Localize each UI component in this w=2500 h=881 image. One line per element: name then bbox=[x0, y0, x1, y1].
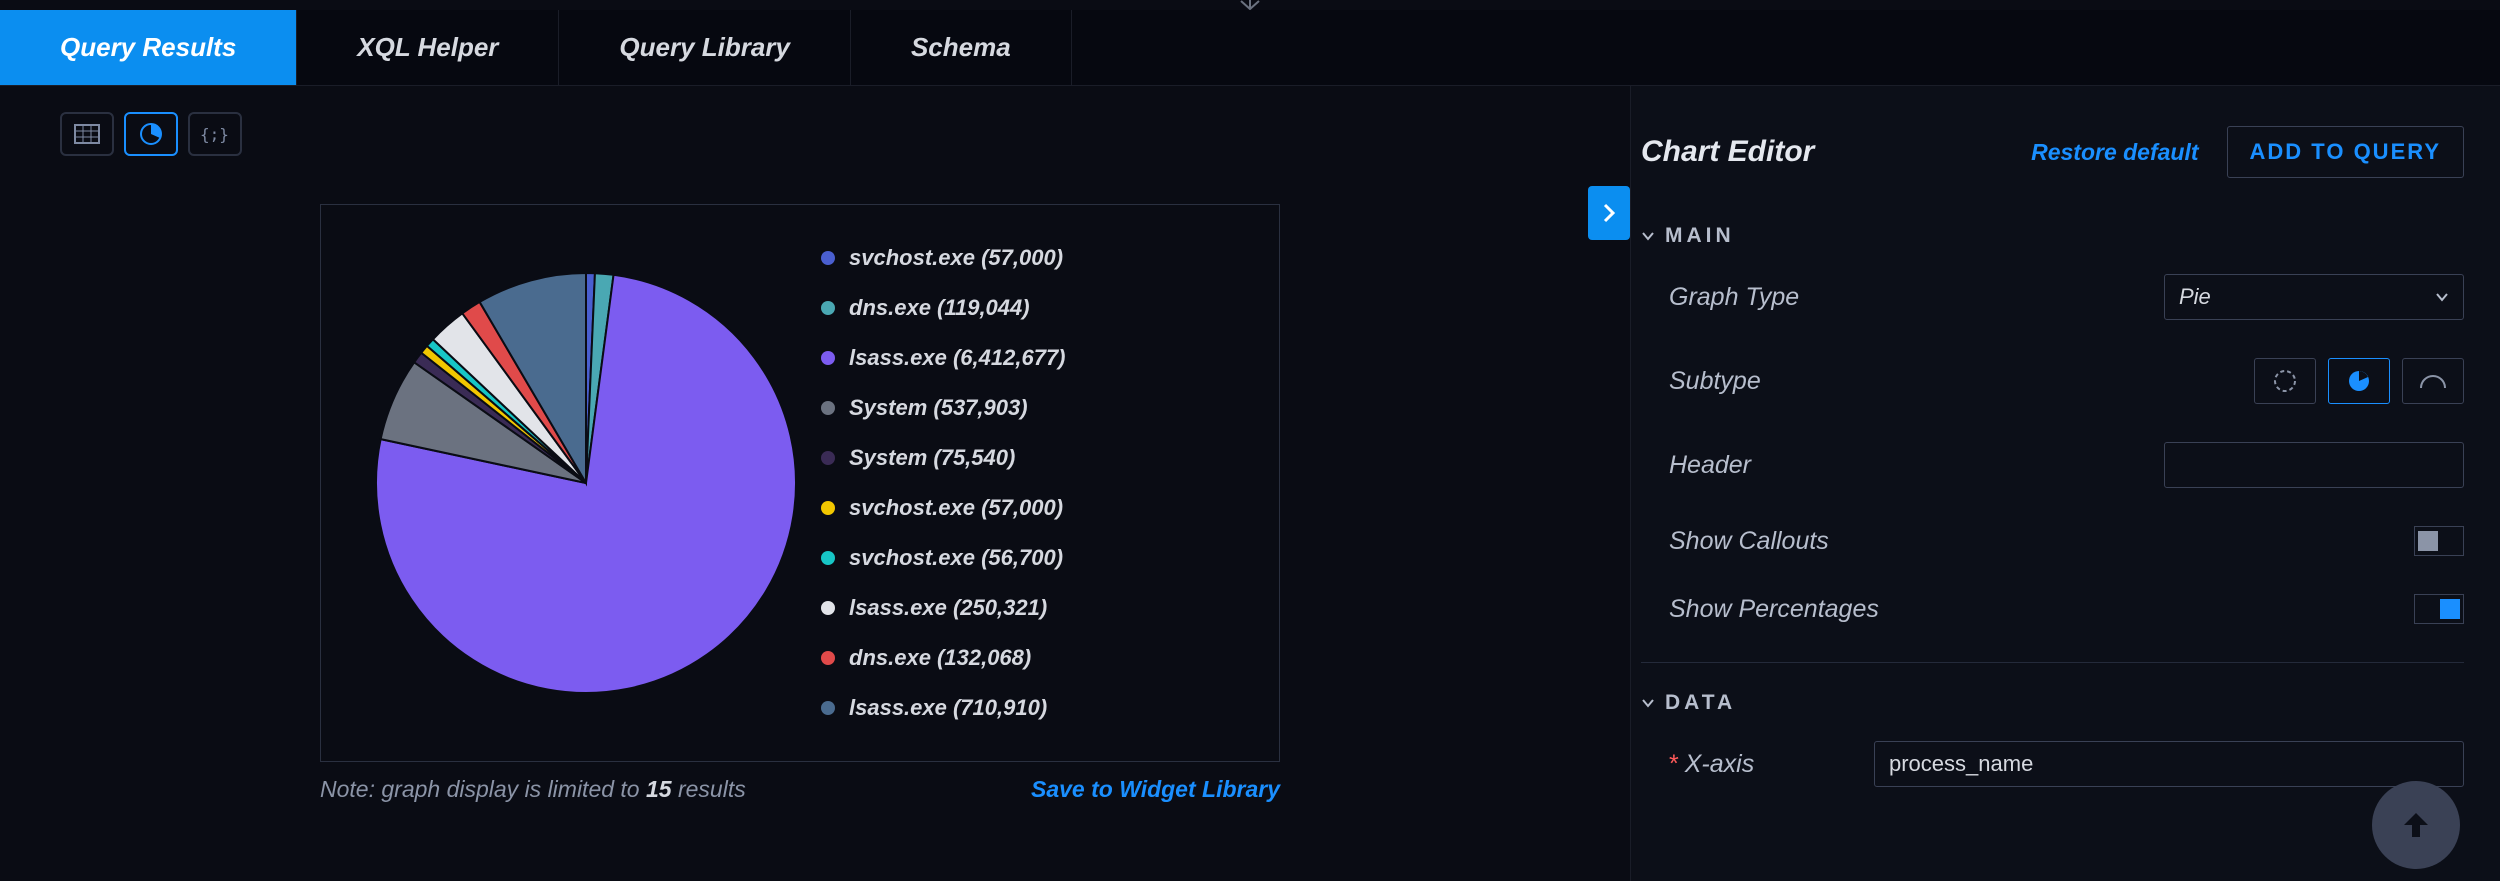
legend-item[interactable]: lsass.exe (6,412,677) bbox=[821, 345, 1066, 371]
tab-query-library[interactable]: Query Library bbox=[559, 10, 851, 85]
note-suffix: results bbox=[672, 776, 746, 802]
chart-legend: svchost.exe (57,000) dns.exe (119,044) lsa… bbox=[821, 245, 1066, 721]
legend-item[interactable]: svchost.exe (57,000) bbox=[821, 495, 1066, 521]
tab-xql-helper[interactable]: XQL Helper bbox=[297, 10, 559, 85]
legend-swatch bbox=[821, 601, 835, 615]
section-main-label: MAIN bbox=[1665, 224, 1735, 248]
xaxis-label: *X-axis bbox=[1669, 750, 1754, 779]
legend-label: dns.exe (132,068) bbox=[849, 645, 1031, 671]
legend-label: System (537,903) bbox=[849, 395, 1028, 421]
legend-swatch bbox=[821, 701, 835, 715]
legend-swatch bbox=[821, 301, 835, 315]
legend-swatch bbox=[821, 401, 835, 415]
subtype-label: Subtype bbox=[1669, 367, 1761, 396]
legend-item[interactable]: svchost.exe (56,700) bbox=[821, 545, 1066, 571]
graph-type-value: Pie bbox=[2179, 284, 2211, 310]
xaxis-input[interactable] bbox=[1874, 741, 2464, 787]
legend-label: svchost.exe (57,000) bbox=[849, 245, 1063, 271]
xaxis-label-text: X-axis bbox=[1685, 750, 1754, 778]
save-to-widget-library-link[interactable]: Save to Widget Library bbox=[1031, 776, 1280, 803]
results-limit-note: Note: graph display is limited to 15 res… bbox=[320, 776, 746, 803]
section-main-header[interactable]: MAIN bbox=[1641, 224, 2464, 248]
chevron-down-icon bbox=[1641, 229, 1655, 243]
tab-bar: Query Results XQL Helper Query Library S… bbox=[0, 10, 2500, 86]
chevron-down-icon bbox=[2435, 290, 2449, 304]
panel-drag-handle[interactable] bbox=[0, 0, 2500, 10]
tab-schema[interactable]: Schema bbox=[851, 10, 1072, 85]
legend-item[interactable]: dns.exe (119,044) bbox=[821, 295, 1066, 321]
show-callouts-label: Show Callouts bbox=[1669, 527, 1829, 556]
tab-query-results[interactable]: Query Results bbox=[0, 10, 297, 85]
legend-swatch bbox=[821, 451, 835, 465]
section-divider bbox=[1641, 662, 2464, 663]
show-percentages-label: Show Percentages bbox=[1669, 595, 1879, 624]
collapse-editor-button[interactable] bbox=[1588, 186, 1630, 240]
section-data-label: DATA bbox=[1665, 691, 1736, 715]
subtype-options bbox=[2254, 358, 2464, 404]
view-mode-toggles: {;} bbox=[60, 112, 1528, 156]
show-callouts-toggle[interactable] bbox=[2414, 526, 2464, 556]
pie-chart bbox=[366, 263, 806, 703]
legend-swatch bbox=[821, 251, 835, 265]
chart-editor-title: Chart Editor bbox=[1641, 135, 1814, 169]
legend-label: svchost.exe (56,700) bbox=[849, 545, 1063, 571]
legend-label: lsass.exe (250,321) bbox=[849, 595, 1047, 621]
header-input[interactable] bbox=[2164, 442, 2464, 488]
show-percentages-toggle[interactable] bbox=[2414, 594, 2464, 624]
view-chart-button[interactable] bbox=[124, 112, 178, 156]
legend-label: lsass.exe (6,412,677) bbox=[849, 345, 1066, 371]
subtype-donut-button[interactable] bbox=[2254, 358, 2316, 404]
header-label: Header bbox=[1669, 451, 1751, 480]
note-prefix: Note: graph display is limited to bbox=[320, 776, 646, 802]
restore-default-link[interactable]: Restore default bbox=[2031, 139, 2198, 166]
view-json-button[interactable]: {;} bbox=[188, 112, 242, 156]
results-pane: {;} svchost.exe (57,000) dns.exe (119,044… bbox=[0, 86, 1588, 881]
legend-label: dns.exe (119,044) bbox=[849, 295, 1030, 321]
graph-type-label: Graph Type bbox=[1669, 283, 1799, 312]
legend-swatch bbox=[821, 651, 835, 665]
legend-item[interactable]: dns.exe (132,068) bbox=[821, 645, 1066, 671]
note-count: 15 bbox=[646, 776, 672, 802]
chevron-down-icon bbox=[1641, 696, 1655, 710]
subtype-pie-button[interactable] bbox=[2328, 358, 2390, 404]
legend-item[interactable]: lsass.exe (710,910) bbox=[821, 695, 1066, 721]
legend-item[interactable]: lsass.exe (250,321) bbox=[821, 595, 1066, 621]
chart-card: svchost.exe (57,000) dns.exe (119,044) lsa… bbox=[320, 204, 1280, 762]
legend-item[interactable]: System (75,540) bbox=[821, 445, 1066, 471]
legend-swatch bbox=[821, 551, 835, 565]
add-to-query-button[interactable]: ADD TO QUERY bbox=[2227, 126, 2464, 178]
legend-swatch bbox=[821, 501, 835, 515]
legend-label: svchost.exe (57,000) bbox=[849, 495, 1063, 521]
legend-item[interactable]: System (537,903) bbox=[821, 395, 1066, 421]
subtype-gauge-button[interactable] bbox=[2402, 358, 2464, 404]
legend-item[interactable]: svchost.exe (57,000) bbox=[821, 245, 1066, 271]
scroll-top-fab[interactable] bbox=[2372, 781, 2460, 869]
svg-text:{;}: {;} bbox=[200, 125, 229, 144]
legend-swatch bbox=[821, 351, 835, 365]
legend-label: System (75,540) bbox=[849, 445, 1015, 471]
legend-label: lsass.exe (710,910) bbox=[849, 695, 1047, 721]
chart-editor-panel: Chart Editor Restore default ADD TO QUER… bbox=[1630, 86, 2500, 881]
view-table-button[interactable] bbox=[60, 112, 114, 156]
section-data-header[interactable]: DATA bbox=[1641, 691, 2464, 715]
graph-type-dropdown[interactable]: Pie bbox=[2164, 274, 2464, 320]
